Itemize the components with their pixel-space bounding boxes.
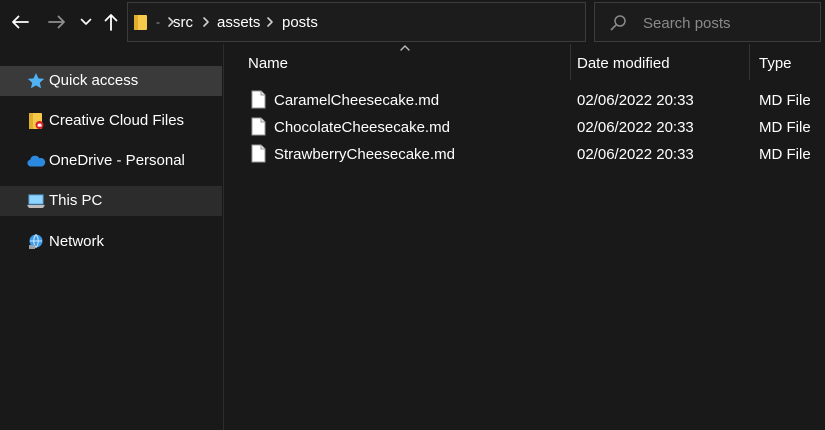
sidebar-item-label: Creative Cloud Files xyxy=(49,112,185,129)
computer-icon xyxy=(27,194,45,208)
file-row[interactable]: StrawberryCheesecake.md 02/06/2022 20:33… xyxy=(247,142,825,168)
sidebar-item-onedrive[interactable]: OneDrive - Personal xyxy=(0,146,222,176)
up-button[interactable] xyxy=(98,4,124,40)
address-bar[interactable]: - src assets posts xyxy=(127,2,702,42)
arrow-left-icon xyxy=(12,15,29,29)
forward-button[interactable] xyxy=(42,4,72,40)
file-row[interactable]: CaramelCheesecake.md 02/06/2022 20:33 MD… xyxy=(247,88,825,114)
network-icon xyxy=(29,234,43,249)
file-list-view: Name Date modified Type CaramelCheesecak… xyxy=(225,44,825,430)
onedrive-cloud-icon xyxy=(27,155,46,167)
document-icon xyxy=(251,90,266,109)
chevron-right-icon[interactable] xyxy=(265,15,275,29)
sidebar-item-label: OneDrive - Personal xyxy=(49,152,185,169)
arrow-up-icon xyxy=(104,14,118,31)
column-header-label: Name xyxy=(248,55,289,72)
recent-locations-button[interactable] xyxy=(76,4,96,40)
breadcrumb-src[interactable]: src xyxy=(173,14,193,32)
file-name: CaramelCheesecake.md xyxy=(274,92,440,109)
chevron-right-icon[interactable] xyxy=(201,15,211,29)
column-header-name[interactable]: Name xyxy=(225,44,570,82)
column-header-label: Date modified xyxy=(577,55,670,72)
file-date-modified: 02/06/2022 20:33 xyxy=(577,92,694,109)
search-box[interactable] xyxy=(594,2,821,42)
search-icon xyxy=(610,15,626,31)
file-type: MD File xyxy=(759,119,811,136)
file-type: MD File xyxy=(759,92,811,109)
column-header-label: Type xyxy=(759,55,792,72)
sidebar-item-quick-access[interactable]: Quick access xyxy=(0,66,222,96)
sidebar-item-label: Network xyxy=(49,233,105,250)
breadcrumb-assets[interactable]: assets xyxy=(217,14,260,32)
file-explorer-window: - src assets posts Search posts Quick ac… xyxy=(0,0,825,430)
sidebar-item-this-pc[interactable]: This PC xyxy=(0,186,222,216)
creative-cloud-folder-icon xyxy=(29,113,44,129)
document-icon xyxy=(251,117,266,136)
arrow-right-icon xyxy=(48,15,65,29)
back-button[interactable] xyxy=(4,4,36,40)
file-row[interactable]: ChocolateCheesecake.md 02/06/2022 20:33 … xyxy=(247,115,825,141)
sidebar-item-network[interactable]: Network xyxy=(0,227,222,257)
folder-icon xyxy=(134,15,147,30)
star-icon xyxy=(27,73,45,89)
file-name: ChocolateCheesecake.md xyxy=(274,119,450,136)
document-icon xyxy=(251,144,266,163)
search-input[interactable] xyxy=(643,10,813,36)
breadcrumb-separator: - xyxy=(156,15,160,29)
file-date-modified: 02/06/2022 20:33 xyxy=(577,119,694,136)
column-header-date-modified[interactable]: Date modified xyxy=(571,44,749,82)
breadcrumb-posts[interactable]: posts xyxy=(282,14,318,32)
sidebar-item-creative-cloud-files[interactable]: Creative Cloud Files xyxy=(0,106,222,136)
sidebar-item-label: This PC xyxy=(49,192,103,209)
navigation-bar: - src assets posts xyxy=(0,0,825,44)
navigation-pane: Quick access Creative Cloud Files OneDri… xyxy=(0,44,224,430)
file-type: MD File xyxy=(759,146,811,163)
file-name: StrawberryCheesecake.md xyxy=(274,146,455,163)
file-date-modified: 02/06/2022 20:33 xyxy=(577,146,694,163)
sidebar-item-label: Quick access xyxy=(49,72,139,89)
column-header-type[interactable]: Type xyxy=(750,44,825,82)
chevron-down-icon xyxy=(80,18,92,25)
